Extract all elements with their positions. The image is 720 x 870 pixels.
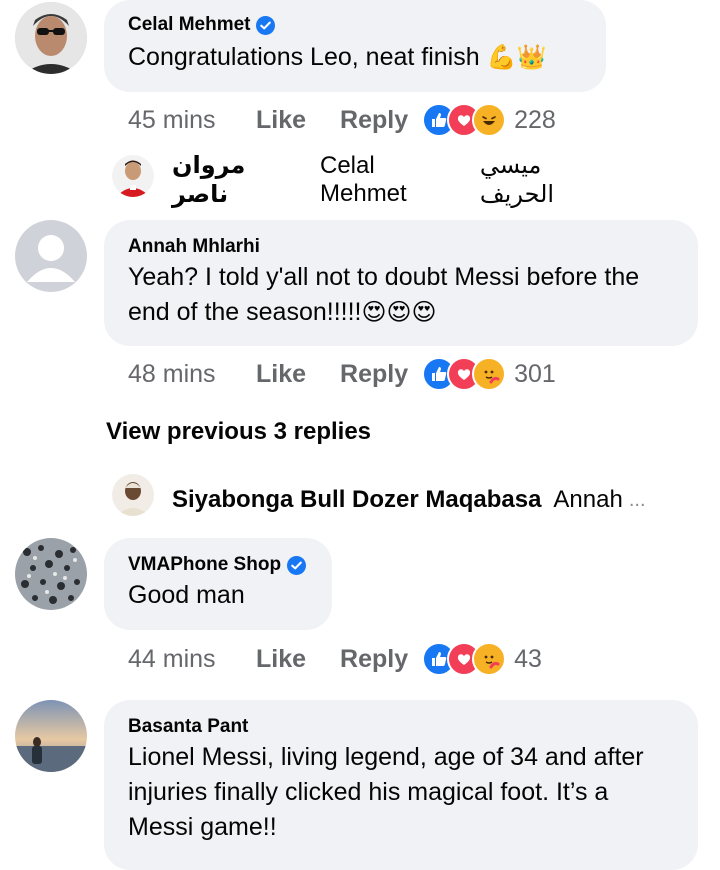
avatar-annah-mhlarhi[interactable] — [15, 220, 87, 292]
reply-button[interactable]: Reply — [340, 360, 408, 389]
author-name[interactable]: Annah Mhlarhi — [128, 236, 260, 258]
avatar-vmaphone-shop[interactable] — [15, 538, 87, 610]
reply-ellipsis: ... — [628, 488, 646, 511]
avatar-celal-mehmet[interactable] — [15, 2, 87, 74]
comment-text-line: injuries finally clicked his magical foo… — [128, 778, 609, 806]
comment-text: Congratulations Leo, neat finish 💪👑 — [128, 43, 547, 71]
comment-text-line: Yeah? I told y'all not to doubt Messi be… — [128, 263, 640, 291]
comment-emojis: 😍😍😍 — [361, 299, 437, 326]
verified-badge-icon — [287, 555, 307, 575]
comment-bubble[interactable]: VMAPhone Shop Good man — [104, 538, 332, 630]
reply-text: Annah — [553, 486, 623, 513]
comment-author[interactable]: Basanta Pant — [128, 716, 676, 738]
comment-bubble[interactable]: Basanta Pant Lionel Messi, living legend… — [104, 700, 698, 870]
reply-preview[interactable]: Siyabonga Bull Dozer Maqabasa Annah ... — [172, 484, 702, 516]
comment-emojis: 💪👑 — [486, 44, 547, 71]
timestamp[interactable]: 44 mins — [128, 645, 256, 674]
like-button[interactable]: Like — [256, 360, 306, 389]
view-previous-replies[interactable]: View previous 3 replies — [106, 418, 371, 446]
timestamp[interactable]: 48 mins — [128, 360, 256, 389]
like-button[interactable]: Like — [256, 106, 306, 135]
reply-author[interactable]: Siyabonga Bull Dozer Maqabasa — [172, 486, 541, 514]
comment-text: Lionel Messi, living legend, age of 34 a… — [128, 740, 676, 845]
author-name[interactable]: Basanta Pant — [128, 716, 248, 738]
care-icon — [472, 357, 507, 391]
comment-bubble[interactable]: Celal Mehmet Congratulations Leo, neat f… — [104, 0, 606, 92]
timestamp[interactable]: 45 mins — [128, 106, 256, 135]
like-button[interactable]: Like — [256, 645, 306, 674]
author-name[interactable]: Celal Mehmet — [128, 14, 250, 36]
care-icon — [472, 642, 507, 676]
comment-text: Good man — [128, 581, 245, 609]
comment-actions: 45 mins Like Reply 228 — [128, 103, 556, 137]
avatar-reply-author[interactable] — [112, 155, 154, 197]
haha-icon — [472, 103, 507, 137]
comment-text-line: Messi game!! — [128, 813, 277, 841]
verified-badge-icon — [256, 15, 276, 35]
reply-button[interactable]: Reply — [340, 106, 408, 135]
comment-actions: 44 mins Like Reply 43 — [128, 642, 542, 676]
comment-text: Yeah? I told y'all not to doubt Messi be… — [128, 260, 676, 330]
avatar-reply-author[interactable] — [112, 474, 154, 516]
reactions-summary[interactable] — [422, 103, 507, 137]
comment-author[interactable]: VMAPhone Shop — [128, 554, 310, 576]
reply-preview[interactable]: مروان ناصر Celal Mehmet ميسي الحريف — [172, 152, 622, 208]
reaction-count[interactable]: 301 — [514, 360, 556, 389]
reactions-summary[interactable] — [422, 357, 507, 391]
reply-author[interactable]: مروان ناصر — [172, 151, 308, 209]
reactions-summary[interactable] — [422, 642, 507, 676]
reply-button[interactable]: Reply — [340, 645, 408, 674]
comment-actions: 48 mins Like Reply 301 — [128, 357, 556, 391]
avatar-basanta-pant[interactable] — [15, 700, 87, 772]
comment-author[interactable]: Celal Mehmet — [128, 14, 584, 36]
author-name[interactable]: VMAPhone Shop — [128, 554, 281, 576]
comment-text-line: end of the season!!!!! — [128, 298, 362, 326]
comment-text-line: Lionel Messi, living legend, age of 34 a… — [128, 743, 644, 771]
reaction-count[interactable]: 43 — [514, 645, 542, 674]
reply-mention[interactable]: Celal Mehmet — [320, 152, 468, 208]
comment-bubble[interactable]: Annah Mhlarhi Yeah? I told y'all not to … — [104, 220, 698, 346]
reply-text: ميسي الحريف — [479, 152, 555, 208]
comment-author[interactable]: Annah Mhlarhi — [128, 236, 676, 258]
reaction-count[interactable]: 228 — [514, 106, 556, 135]
